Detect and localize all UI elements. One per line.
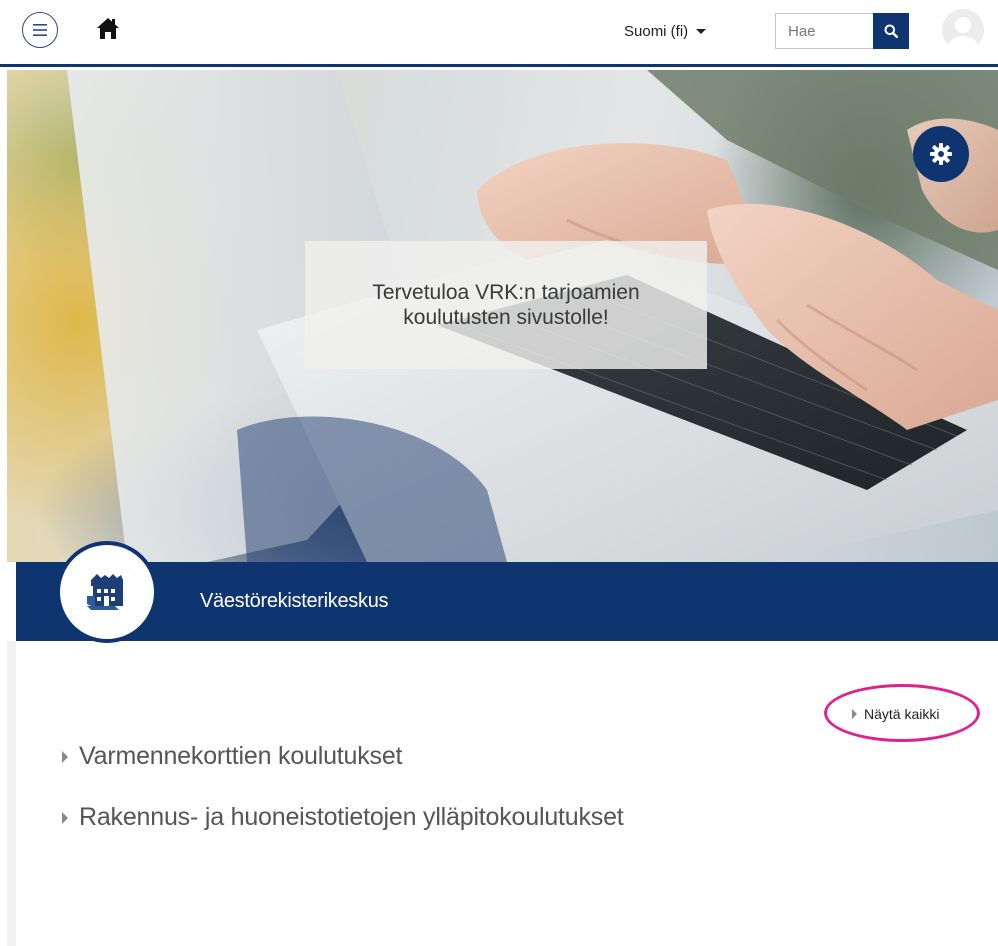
category-label: Rakennus- ja huoneistotietojen ylläpitok… bbox=[79, 803, 624, 831]
search-button[interactable] bbox=[873, 13, 909, 49]
hero-banner: Tervetuloa VRK:n tarjoamien koulutusten … bbox=[7, 70, 998, 562]
language-label: Suomi (fi) bbox=[624, 22, 689, 40]
welcome-box: Tervetuloa VRK:n tarjoamien koulutusten … bbox=[305, 241, 707, 369]
home-icon bbox=[97, 18, 119, 39]
organization-title: Väestörekisterikeskus bbox=[200, 590, 389, 612]
user-avatar[interactable] bbox=[942, 9, 984, 51]
show-all-label: Näytä kaikki bbox=[864, 706, 940, 722]
menu-toggle-button[interactable] bbox=[22, 12, 58, 48]
search-icon bbox=[884, 24, 898, 38]
settings-button[interactable] bbox=[913, 126, 969, 182]
gear-icon bbox=[930, 143, 952, 165]
left-edge-rule bbox=[7, 641, 16, 946]
welcome-text-line-1: Tervetuloa VRK:n tarjoamien bbox=[372, 281, 640, 304]
home-button[interactable] bbox=[94, 14, 122, 42]
caret-right-icon bbox=[852, 709, 857, 719]
show-all-link[interactable]: Näytä kaikki bbox=[852, 706, 939, 722]
organization-logo bbox=[56, 541, 158, 643]
category-link[interactable]: Varmennekorttien koulutukset bbox=[62, 742, 402, 771]
welcome-text-line-2: koulutusten sivustolle! bbox=[403, 306, 609, 329]
language-selector[interactable]: Suomi (fi) bbox=[624, 20, 707, 42]
caret-right-icon bbox=[62, 750, 68, 763]
caret-right-icon bbox=[62, 811, 68, 824]
category-label: Varmennekorttien koulutukset bbox=[79, 742, 403, 770]
category-link[interactable]: Rakennus- ja huoneistotietojen ylläpitok… bbox=[62, 803, 624, 832]
organization-banner: Väestörekisterikeskus bbox=[16, 562, 998, 641]
top-navbar: Suomi (fi) bbox=[0, 0, 998, 67]
organization-logo-icon bbox=[87, 574, 123, 610]
menu-icon bbox=[33, 24, 47, 36]
search-input[interactable] bbox=[775, 13, 873, 49]
avatar-icon bbox=[942, 9, 984, 51]
chevron-down-icon bbox=[696, 28, 707, 34]
